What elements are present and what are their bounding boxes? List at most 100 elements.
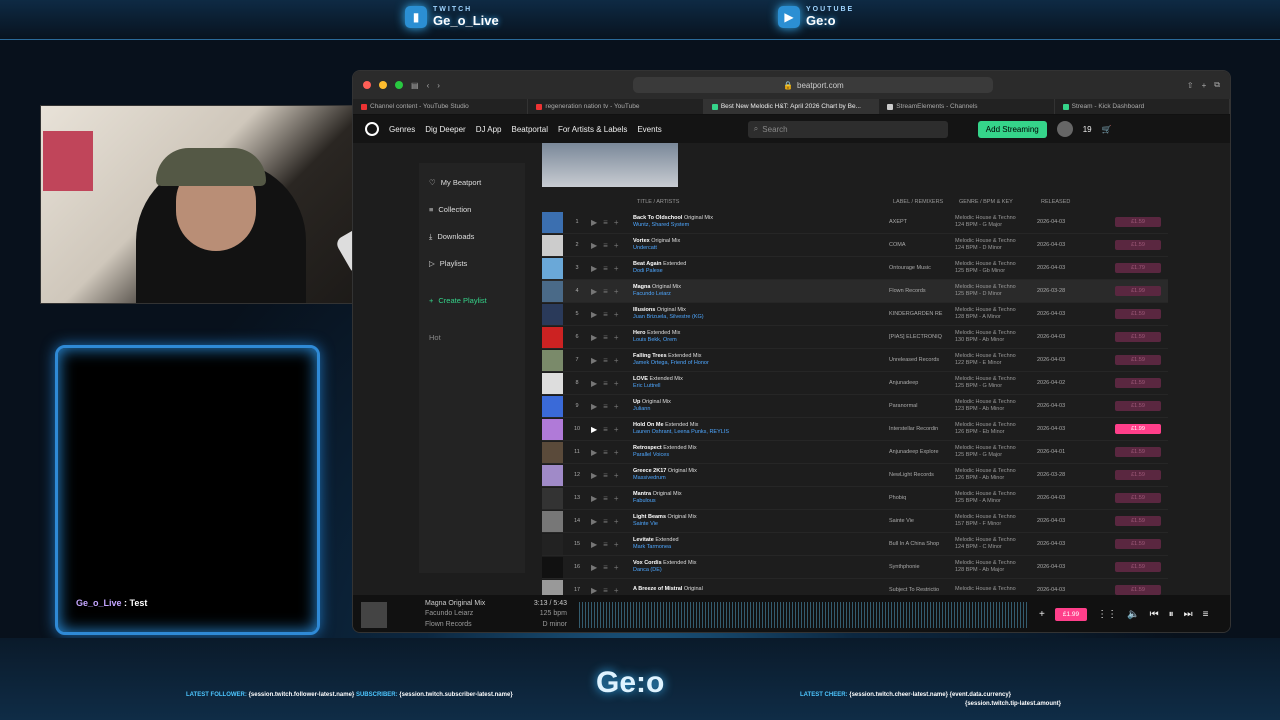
- track-genre[interactable]: Melodic House & Techno: [955, 376, 1016, 382]
- track-artwork[interactable]: [542, 326, 563, 348]
- sidebar-item-hot[interactable]: Hot: [419, 324, 525, 351]
- queue-icon[interactable]: ≡: [603, 494, 608, 503]
- track-genre[interactable]: Melodic House & Techno: [955, 537, 1016, 543]
- add-icon[interactable]: +: [614, 333, 619, 342]
- play-icon[interactable]: ▶: [591, 264, 597, 273]
- queue-icon[interactable]: ≡: [603, 586, 608, 595]
- add-icon[interactable]: +: [614, 494, 619, 503]
- nav-dig-deeper[interactable]: Dig Deeper: [425, 125, 465, 134]
- track-artist[interactable]: Facundo Leiarz: [633, 291, 671, 297]
- track-title[interactable]: Beat Again: [633, 261, 662, 267]
- queue-icon[interactable]: ≡: [603, 540, 608, 549]
- track-artwork[interactable]: [542, 533, 563, 555]
- track-genre[interactable]: Melodic House & Techno: [955, 215, 1016, 221]
- table-row[interactable]: 2 ▶ ≡ + Vortex Original Mix Undercatt COMA Melo…: [542, 234, 1168, 257]
- add-icon[interactable]: +: [614, 517, 619, 526]
- buy-button[interactable]: £1.99: [1115, 286, 1161, 296]
- track-genre[interactable]: Melodic House & Techno: [955, 399, 1016, 405]
- track-label[interactable]: [PIAS] ELECTRONIQ: [889, 334, 955, 340]
- buy-button[interactable]: £1.59: [1115, 240, 1161, 250]
- track-title[interactable]: Levitate: [633, 537, 654, 543]
- track-title[interactable]: Greece 2K17: [633, 468, 666, 474]
- track-genre[interactable]: Melodic House & Techno: [955, 445, 1016, 451]
- queue-icon[interactable]: ≡: [603, 218, 608, 227]
- track-label[interactable]: Unreleased Records: [889, 357, 955, 363]
- table-row[interactable]: 13 ▶ ≡ + Mantra Original Mix Fabulous Phobiq Me…: [542, 487, 1168, 510]
- add-icon[interactable]: +: [614, 287, 619, 296]
- play-icon[interactable]: ▶: [591, 310, 597, 319]
- track-genre[interactable]: Melodic House & Techno: [955, 353, 1016, 359]
- buy-button[interactable]: £1.59: [1115, 401, 1161, 411]
- track-genre[interactable]: Melodic House & Techno: [955, 238, 1016, 244]
- tab-overview-icon[interactable]: ⧉: [1214, 80, 1220, 90]
- create-playlist-button[interactable]: + Create Playlist: [419, 287, 525, 314]
- track-artwork[interactable]: [542, 510, 563, 532]
- add-icon[interactable]: +: [614, 218, 619, 227]
- play-icon[interactable]: ▶: [591, 287, 597, 296]
- track-title[interactable]: A Breeze of Mistral: [633, 586, 682, 592]
- track-artist[interactable]: Mark Tarmonea: [633, 544, 671, 550]
- buy-button[interactable]: £1.59: [1115, 539, 1161, 549]
- play-icon[interactable]: ▶: [591, 586, 597, 595]
- add-icon[interactable]: +: [614, 448, 619, 457]
- avatar[interactable]: [1056, 121, 1073, 137]
- add-icon[interactable]: +: [1039, 609, 1045, 620]
- track-artist[interactable]: Lauren Oshrant, Leena Punks, REYLIS: [633, 429, 729, 435]
- track-label[interactable]: Anjunadeep: [889, 380, 955, 386]
- add-icon[interactable]: +: [614, 264, 619, 273]
- add-icon[interactable]: +: [614, 356, 619, 365]
- buy-button[interactable]: £1.59: [1115, 309, 1161, 319]
- pause-icon[interactable]: ⏸: [1169, 609, 1174, 620]
- track-artwork[interactable]: [542, 556, 563, 578]
- add-icon[interactable]: +: [614, 310, 619, 319]
- queue-icon[interactable]: ⋮⋮: [1097, 609, 1117, 620]
- add-icon[interactable]: +: [614, 425, 619, 434]
- track-label[interactable]: Phobiq: [889, 495, 955, 501]
- track-genre[interactable]: Melodic House & Techno: [955, 307, 1016, 313]
- track-artist[interactable]: Juliann: [633, 406, 650, 412]
- track-title[interactable]: LOVE: [633, 376, 648, 382]
- play-icon[interactable]: ▶: [591, 218, 597, 227]
- table-row[interactable]: 5 ▶ ≡ + Illusions Original Mix Juan Brizuela,…: [542, 303, 1168, 326]
- track-genre[interactable]: Melodic House & Techno: [955, 261, 1016, 267]
- queue-icon[interactable]: ≡: [603, 471, 608, 480]
- share-icon[interactable]: ⇧: [1187, 81, 1194, 90]
- track-artwork[interactable]: [542, 211, 563, 233]
- buy-button[interactable]: £1.59: [1115, 516, 1161, 526]
- play-icon[interactable]: ▶: [591, 356, 597, 365]
- play-icon[interactable]: ▶: [591, 425, 597, 434]
- track-label[interactable]: Subject To Restrictio: [889, 587, 955, 593]
- track-title[interactable]: Magna: [633, 284, 650, 290]
- add-streaming-button[interactable]: Add Streaming: [977, 120, 1047, 138]
- queue-icon[interactable]: ≡: [603, 563, 608, 572]
- track-title[interactable]: Mantra: [633, 491, 651, 497]
- track-artwork[interactable]: [542, 372, 563, 394]
- nav-artists-labels[interactable]: For Artists & Labels: [558, 125, 627, 134]
- table-row[interactable]: 15 ▶ ≡ + Levitate Extended Mark Tarmonea Bull …: [542, 533, 1168, 556]
- buy-button[interactable]: £1.59: [1115, 378, 1161, 388]
- track-artwork[interactable]: [542, 349, 563, 371]
- buy-button[interactable]: £1.79: [1115, 263, 1161, 273]
- add-icon[interactable]: +: [614, 586, 619, 595]
- track-label[interactable]: COMA: [889, 242, 955, 248]
- add-icon[interactable]: +: [614, 471, 619, 480]
- sidebar-item-my-beatport[interactable]: ♡ My Beatport: [419, 169, 525, 196]
- play-icon[interactable]: ▶: [591, 402, 597, 411]
- player-title[interactable]: Magna Original Mix: [425, 599, 497, 610]
- track-artist[interactable]: Wuntz, Shared System: [633, 222, 689, 228]
- add-icon[interactable]: +: [614, 241, 619, 250]
- track-title[interactable]: Back To Oldschool: [633, 215, 682, 221]
- track-artwork[interactable]: [542, 418, 563, 440]
- buy-button[interactable]: £1.59: [1115, 332, 1161, 342]
- queue-icon[interactable]: ≡: [603, 356, 608, 365]
- table-row[interactable]: 1 ▶ ≡ + Back To Oldschool Original Mix Wuntz,…: [542, 211, 1168, 234]
- track-label[interactable]: Bull In A China Shop: [889, 541, 955, 547]
- table-row[interactable]: 9 ▶ ≡ + Up Original Mix Juliann Paranormal Melo…: [542, 395, 1168, 418]
- track-artwork[interactable]: [542, 257, 563, 279]
- track-genre[interactable]: Melodic House & Techno: [955, 422, 1016, 428]
- buy-button[interactable]: £1.59: [1115, 217, 1161, 227]
- beatport-logo-icon[interactable]: [365, 122, 379, 136]
- table-row[interactable]: 16 ▶ ≡ + Vox Cordis Extended Mix Danca (DE) Sy…: [542, 556, 1168, 579]
- track-label[interactable]: AXEPT: [889, 219, 955, 225]
- track-label[interactable]: Ontourage Music: [889, 265, 955, 271]
